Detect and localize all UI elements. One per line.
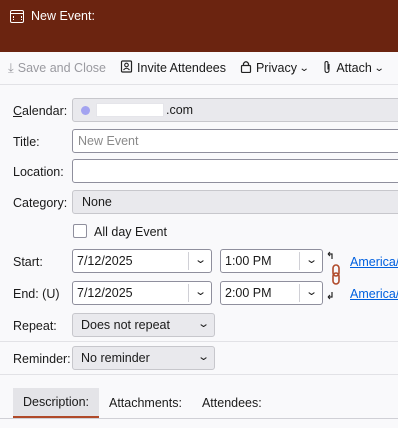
event-tabs: Description: Attachments: Attendees: bbox=[13, 388, 272, 418]
chevron-down-icon: ⌄ bbox=[193, 254, 207, 266]
tabs-underline bbox=[0, 418, 398, 419]
calendar-value: .com bbox=[166, 103, 194, 117]
title-input[interactable]: New Event bbox=[72, 129, 398, 153]
lock-icon bbox=[240, 60, 252, 76]
start-date-value: 7/12/2025 bbox=[77, 254, 133, 268]
location-input[interactable] bbox=[72, 159, 398, 183]
end-timezone-link[interactable]: America/ bbox=[350, 287, 398, 301]
reminder-select[interactable]: No reminder ⌄ bbox=[72, 346, 215, 370]
end-label: End: (U) bbox=[13, 287, 60, 301]
address-book-icon bbox=[120, 60, 133, 76]
attach-label: Attach bbox=[336, 61, 372, 75]
start-label: Start: bbox=[13, 255, 43, 269]
start-time-picker[interactable]: 1:00 PM ⌄ bbox=[220, 249, 323, 273]
category-value: None bbox=[82, 195, 112, 209]
calendar-label-text: alendar: bbox=[22, 104, 68, 118]
title-placeholder: New Event bbox=[78, 134, 139, 148]
repeat-select[interactable]: Does not repeat ⌄ bbox=[72, 313, 215, 337]
privacy-label: Privacy bbox=[255, 61, 297, 75]
menubar bbox=[0, 32, 398, 52]
window-title: New Event: bbox=[31, 9, 95, 23]
chevron-down-icon: ⌄ bbox=[373, 62, 385, 74]
start-time-divider bbox=[299, 252, 300, 270]
calendar-color-dot bbox=[81, 105, 90, 115]
title-label: Title: bbox=[13, 135, 40, 149]
chevron-down-icon: ⌄ bbox=[304, 286, 318, 298]
end-date-value: 7/12/2025 bbox=[77, 286, 133, 300]
location-label: Location: bbox=[13, 165, 64, 179]
chevron-down-icon: ⌄ bbox=[196, 318, 210, 330]
end-date-picker[interactable]: 7/12/2025 ⌄ bbox=[72, 281, 212, 305]
save-and-close-button[interactable]: ⤓ Save and Close bbox=[8, 60, 106, 76]
chevron-down-icon: ⌄ bbox=[196, 351, 210, 363]
tab-description-label: Description: bbox=[23, 395, 89, 409]
paperclip-icon bbox=[322, 60, 332, 77]
calendar-label: Calendar: bbox=[13, 104, 68, 118]
reminder-value: No reminder bbox=[81, 351, 150, 365]
chevron-down-icon: ⌄ bbox=[193, 286, 207, 298]
end-date-divider bbox=[188, 284, 189, 302]
invite-attendees-button[interactable]: Invite Attendees bbox=[120, 60, 226, 76]
start-date-picker[interactable]: 7/12/2025 ⌄ bbox=[72, 249, 212, 273]
repeat-value: Does not repeat bbox=[81, 318, 170, 332]
calendar-select[interactable]: .com bbox=[72, 98, 398, 122]
calendar-name-redacted bbox=[96, 103, 164, 117]
attach-button[interactable]: Attach ⌄ bbox=[322, 60, 385, 77]
start-time-value: 1:00 PM bbox=[225, 254, 272, 268]
save-and-close-label: Save and Close bbox=[17, 61, 107, 75]
all-day-label: All day Event bbox=[94, 225, 167, 239]
window-titlebar: New Event: bbox=[0, 0, 398, 32]
toolbar: ⤓ Save and Close Invite Attendees Privac… bbox=[0, 52, 398, 85]
start-timezone-link[interactable]: America/ bbox=[350, 255, 398, 269]
category-label: Category: bbox=[13, 196, 68, 210]
chevron-down-icon: ⌄ bbox=[304, 254, 318, 266]
all-day-checkbox[interactable] bbox=[73, 224, 87, 238]
tab-attachments-label: Attachments: bbox=[109, 396, 182, 410]
divider bbox=[0, 374, 398, 375]
category-select[interactable]: None bbox=[72, 190, 398, 214]
privacy-button[interactable]: Privacy ⌄ bbox=[240, 60, 310, 76]
tab-attachments[interactable]: Attachments: bbox=[99, 388, 192, 418]
end-time-divider bbox=[299, 284, 300, 302]
link-times-icon[interactable] bbox=[326, 251, 344, 301]
repeat-label: Repeat: bbox=[13, 319, 57, 333]
reminder-label: Reminder: bbox=[13, 352, 71, 366]
calendar-icon bbox=[10, 9, 24, 23]
chevron-down-icon: ⌄ bbox=[298, 62, 310, 74]
start-date-divider bbox=[188, 252, 189, 270]
end-time-value: 2:00 PM bbox=[225, 286, 272, 300]
tab-attendees-label: Attendees: bbox=[201, 396, 262, 410]
divider bbox=[0, 341, 398, 342]
tab-attendees[interactable]: Attendees: bbox=[192, 388, 272, 418]
save-icon: ⤓ bbox=[8, 60, 14, 75]
invite-attendees-label: Invite Attendees bbox=[137, 61, 226, 75]
tab-description[interactable]: Description: bbox=[13, 388, 99, 418]
end-time-picker[interactable]: 2:00 PM ⌄ bbox=[220, 281, 323, 305]
